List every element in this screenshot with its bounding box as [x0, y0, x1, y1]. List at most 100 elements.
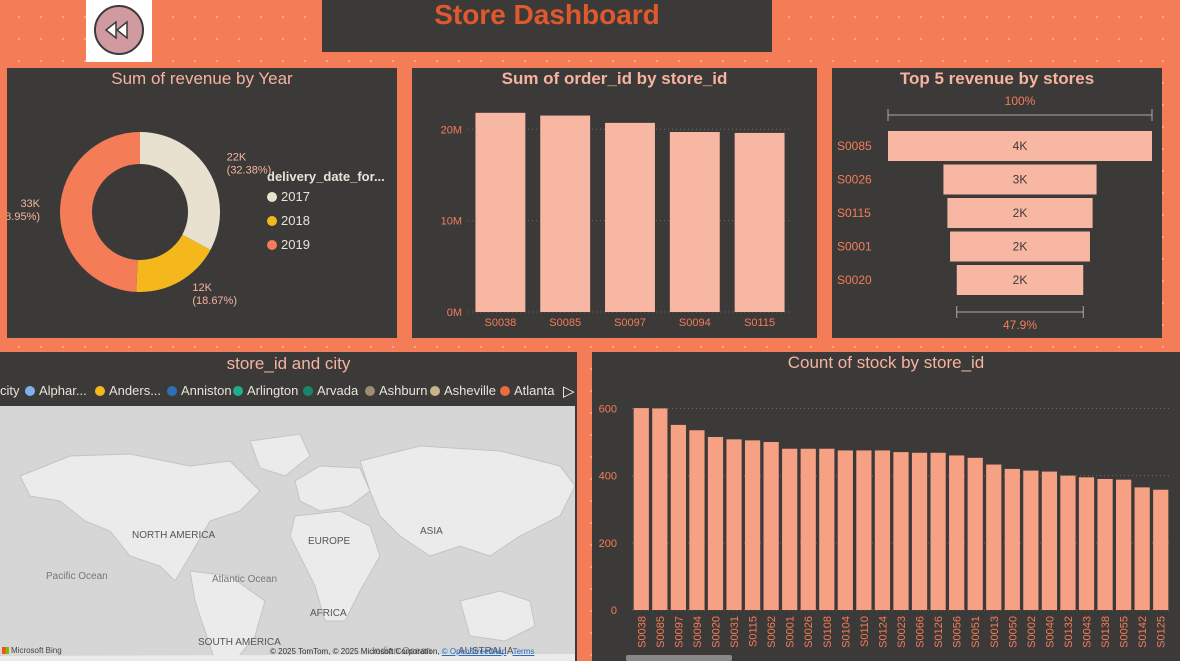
- bar-S0097[interactable]: [605, 122, 655, 312]
- map-legend-item[interactable]: Asheville: [430, 383, 496, 398]
- y-tick-label: 0M: [447, 307, 462, 319]
- top5-revenue-panel[interactable]: Top 5 revenue by stores 100% 4K S0085 3K S00…: [832, 68, 1162, 338]
- funnel-value-label: 4K: [1013, 139, 1028, 153]
- x-tick-label: S0124: [877, 616, 889, 648]
- revenue-donut-chart[interactable]: 22K(32.38%) 12K(18.67%) 33K(48.95%): [7, 68, 397, 338]
- funnel-value-label: 2K: [1013, 206, 1028, 220]
- bar-S0031[interactable]: [726, 439, 742, 610]
- attribution-text: © 2025 TomTom, © 2025 Microsoft Corporat…: [270, 647, 440, 656]
- bar-S0038[interactable]: [475, 112, 526, 312]
- bar-S0125[interactable]: [1153, 489, 1169, 610]
- horizontal-scrollbar[interactable]: [626, 655, 732, 661]
- back-button[interactable]: [86, 0, 152, 62]
- map-legend-item[interactable]: Atlanta: [500, 383, 554, 398]
- x-tick-label: S0108: [822, 616, 834, 648]
- map-legend-item[interactable]: Anniston: [167, 383, 232, 398]
- bar-S0110[interactable]: [856, 450, 872, 610]
- orders-by-store-panel[interactable]: Sum of order_id by store_id 0M 10M 20M S003…: [412, 68, 817, 338]
- bing-logo: Microsoft Bing: [2, 646, 62, 655]
- map-legend-item[interactable]: Arlington: [233, 383, 298, 398]
- bar-S0124[interactable]: [874, 450, 891, 610]
- donut-legend-item-2019[interactable]: 2019: [267, 237, 310, 252]
- x-tick-label: S0038: [636, 616, 648, 648]
- bar-S0104[interactable]: [837, 450, 853, 610]
- orders-bar-chart[interactable]: 0M 10M 20M S0038 S0085 S0097 S0094 S0115: [412, 68, 817, 338]
- x-tick-label: S0085: [549, 317, 581, 329]
- rewind-icon: [94, 5, 144, 55]
- bar-S0142[interactable]: [1134, 487, 1150, 610]
- donut-slice-2019[interactable]: [59, 132, 141, 292]
- x-tick-label: S0097: [673, 616, 685, 648]
- store-city-map-panel[interactable]: store_id and city city Alphar... Anders..…: [0, 352, 577, 661]
- bar-S0085[interactable]: [652, 408, 668, 610]
- bar-S0097[interactable]: [670, 424, 686, 610]
- label-south-america: SOUTH AMERICA: [198, 637, 281, 648]
- bar-S0056[interactable]: [949, 455, 965, 610]
- legend-label: 2019: [281, 237, 310, 252]
- map-legend-item[interactable]: Arvada: [303, 383, 358, 398]
- donut-legend-item-2017[interactable]: 2017: [267, 189, 310, 204]
- donut-slice-2017[interactable]: [140, 132, 220, 250]
- world-map[interactable]: NORTH AMERICA EUROPE ASIA Pacific Ocean …: [0, 406, 575, 661]
- bar-S0050[interactable]: [1004, 468, 1020, 610]
- x-tick-label: S0055: [1119, 616, 1131, 648]
- bar-S0066[interactable]: [911, 452, 928, 610]
- label-pacific-ocean: Pacific Ocean: [46, 571, 108, 582]
- bar-S0115[interactable]: [744, 440, 761, 610]
- label-north-america: NORTH AMERICA: [132, 530, 216, 541]
- bar-S0055[interactable]: [1116, 479, 1132, 610]
- donut-value-label: 12K: [192, 282, 212, 294]
- bar-S0115[interactable]: [734, 132, 785, 312]
- y-tick-label: 20M: [441, 124, 462, 136]
- donut-percent-label: (18.67%): [192, 295, 237, 307]
- terms-link[interactable]: Terms: [513, 647, 535, 656]
- label-asia: ASIA: [420, 526, 443, 537]
- x-tick-label: S0125: [1156, 616, 1168, 648]
- bar-S0062[interactable]: [763, 442, 779, 610]
- donut-legend-item-2018[interactable]: 2018: [267, 213, 310, 228]
- funnel-category-label: S0001: [837, 240, 872, 254]
- bar-S0013[interactable]: [986, 464, 1002, 610]
- y-tick-label: 200: [599, 538, 617, 550]
- stock-by-store-panel[interactable]: Count of stock by store_id 0 200 400 600 S00…: [592, 352, 1180, 661]
- x-tick-label: S0104: [840, 616, 852, 648]
- stock-bar-chart[interactable]: 0 200 400 600 S0038 S0085 S0097 S0094 S0020 S0031…: [592, 352, 1180, 661]
- map-legend-item[interactable]: Ashburn: [365, 383, 427, 398]
- legend-dot: [95, 386, 105, 396]
- bar-S0001[interactable]: [782, 448, 798, 610]
- y-tick-label: 0: [611, 605, 617, 617]
- bar-S0002[interactable]: [1023, 470, 1039, 610]
- bar-S0020[interactable]: [707, 436, 724, 610]
- bar-S0126[interactable]: [930, 452, 946, 610]
- bar-S0138[interactable]: [1097, 478, 1113, 610]
- legend-label: Alphar...: [39, 383, 87, 398]
- x-tick-label: S0142: [1137, 616, 1149, 648]
- bar-S0023[interactable]: [893, 452, 909, 610]
- bar-S0132[interactable]: [1060, 475, 1076, 610]
- bar-S0094[interactable]: [669, 132, 720, 312]
- funnel-top-label: 100%: [1005, 94, 1036, 108]
- x-tick-label: S0026: [803, 616, 815, 648]
- bar-S0026[interactable]: [800, 448, 816, 610]
- map-legend-item[interactable]: Anders...: [95, 383, 161, 398]
- bar-S0108[interactable]: [819, 448, 835, 610]
- top5-funnel-chart[interactable]: 100% 4K S0085 3K S0026 2K S0115 2K S0001 2K S0020 4…: [832, 68, 1162, 338]
- bar-S0085[interactable]: [540, 115, 591, 312]
- funnel-bottom-label: 47.9%: [1003, 318, 1037, 332]
- bar-S0038[interactable]: [633, 408, 649, 610]
- x-tick-label: S0110: [859, 616, 871, 647]
- legend-dot: [303, 386, 313, 396]
- osm-link[interactable]: © OpenStreetMap: [442, 647, 507, 656]
- funnel-value-label: 2K: [1013, 240, 1028, 254]
- x-tick-label: S0023: [896, 616, 908, 648]
- bar-S0094[interactable]: [689, 430, 705, 610]
- bar-S0051[interactable]: [967, 457, 983, 610]
- revenue-by-year-panel[interactable]: Sum of revenue by Year 22K (32.38%) 12K (18…: [7, 68, 397, 338]
- donut-legend-title: delivery_date_for...: [267, 169, 385, 184]
- legend-dot: [430, 386, 440, 396]
- legend-next-icon[interactable]: ▷: [563, 382, 575, 400]
- x-tick-label: S0038: [484, 317, 516, 329]
- map-legend-item[interactable]: Alphar...: [25, 383, 87, 398]
- bar-S0043[interactable]: [1078, 477, 1095, 610]
- bar-S0040[interactable]: [1041, 471, 1058, 610]
